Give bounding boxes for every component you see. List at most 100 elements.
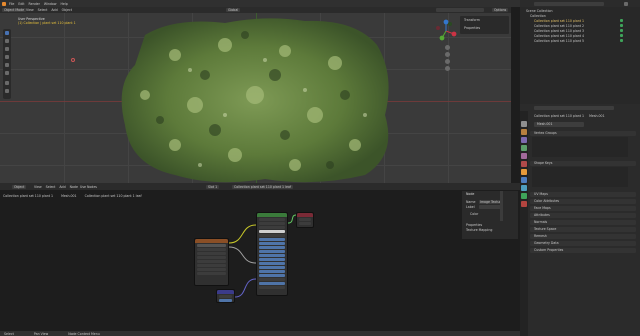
- outliner-search-input[interactable]: [534, 1, 604, 6]
- shading-buttons[interactable]: [436, 8, 484, 12]
- blender-logo-icon: [2, 1, 6, 6]
- node-sidebar-tabs[interactable]: [500, 191, 503, 221]
- outliner-item[interactable]: Collection plant set 110 plant 5: [534, 39, 584, 43]
- outliner-item[interactable]: Collection: [530, 14, 546, 18]
- world-tab-icon[interactable]: [521, 161, 527, 167]
- shader-editor[interactable]: Object View Select Add Node Use Nodes Sl…: [0, 183, 520, 336]
- render-tab-icon[interactable]: [521, 129, 527, 135]
- breadcrumb-object: Collection plant set 110 plant 1: [534, 114, 585, 118]
- object-tab-icon[interactable]: [521, 169, 527, 175]
- mode-dropdown[interactable]: Object Mode: [2, 8, 27, 12]
- outliner-item[interactable]: Collection plant set 110 plant 4: [534, 34, 584, 38]
- outliner-item[interactable]: Collection plant set 110 plant 3: [534, 29, 584, 33]
- menu-help[interactable]: Help: [60, 2, 67, 6]
- viewport-header: Object Mode View Select Add Object Globa…: [0, 7, 511, 13]
- sidebar-panel: Transform Properties: [460, 16, 509, 34]
- view-layer-tab-icon[interactable]: [521, 145, 527, 151]
- normals-panel[interactable]: Normals: [530, 220, 636, 225]
- normal-map-node[interactable]: [216, 289, 235, 303]
- remesh-panel[interactable]: Remesh: [530, 234, 636, 239]
- label-label: Label: [466, 205, 475, 209]
- properties-editor: Collection plant set 110 plant 1 Mesh.00…: [520, 104, 640, 336]
- node-sidebar: Node Name Image Texture Label Color Prop…: [462, 191, 518, 239]
- status-node-context-menu: Node Context Menu: [68, 331, 100, 336]
- face-maps-panel[interactable]: Face Maps: [530, 206, 636, 211]
- data-tab-icon[interactable]: [521, 193, 527, 199]
- menu-edit[interactable]: Edit: [18, 2, 24, 6]
- move-tool-icon[interactable]: [5, 47, 9, 51]
- filter-icon[interactable]: [624, 1, 628, 6]
- custom-properties-panel[interactable]: Custom Properties: [530, 248, 636, 253]
- outliner-header: [520, 0, 640, 7]
- viewport-menu-object[interactable]: Object: [62, 8, 72, 12]
- 3d-viewport[interactable]: Object Mode View Select Add Object Globa…: [0, 7, 511, 183]
- 3d-cursor-icon: [71, 58, 75, 62]
- principled-bsdf-node[interactable]: [256, 212, 288, 296]
- eye-icon[interactable]: [620, 19, 623, 22]
- properties-breadcrumb: Collection plant set 110 plant 1 Mesh.00…: [534, 114, 605, 118]
- properties-tabs: [520, 111, 528, 336]
- options-dropdown[interactable]: Options: [492, 8, 509, 12]
- eye-icon[interactable]: [620, 29, 623, 32]
- visibility-toggles[interactable]: [620, 14, 636, 44]
- properties-search-input[interactable]: [534, 105, 614, 110]
- eye-icon[interactable]: [620, 34, 623, 37]
- viewport-menu-add[interactable]: Add: [51, 8, 57, 12]
- vertex-groups-panel[interactable]: Vertex Groups: [530, 131, 636, 136]
- menu-render[interactable]: Render: [29, 2, 40, 6]
- uv-maps-panel[interactable]: UV Maps: [530, 192, 636, 197]
- cursor-tool-icon[interactable]: [5, 39, 9, 43]
- transform-orientation-dropdown[interactable]: Global: [226, 8, 241, 12]
- outliner-item[interactable]: Collection plant set 110 plant 2: [534, 24, 584, 28]
- image-texture-node[interactable]: [194, 238, 229, 286]
- annotate-tool-icon[interactable]: [5, 81, 9, 85]
- material-tab-icon[interactable]: [521, 201, 527, 207]
- viewport-menu-view[interactable]: View: [26, 8, 34, 12]
- blender-window: File Edit Render Window Help Object Mode…: [0, 0, 640, 336]
- mesh-name-field[interactable]: Mesh.001: [534, 122, 584, 127]
- tool-tab-icon[interactable]: [521, 121, 527, 127]
- physics-tab-icon[interactable]: [521, 185, 527, 191]
- rotate-tool-icon[interactable]: [5, 55, 9, 59]
- name-label: Name: [466, 200, 476, 204]
- color-attributes-panel[interactable]: Color Attributes: [530, 199, 636, 204]
- scene-tab-icon[interactable]: [521, 153, 527, 159]
- output-tab-icon[interactable]: [521, 137, 527, 143]
- geometry-data-panel[interactable]: Geometry Data: [530, 241, 636, 246]
- texture-mapping-section[interactable]: Texture Mapping: [466, 228, 492, 232]
- shape-keys-list[interactable]: [532, 167, 628, 187]
- breadcrumb-mesh: Mesh.001: [589, 114, 605, 118]
- collection-info-label: (1) Collection | plant set 110 plant 1: [18, 21, 76, 25]
- tool-shelf: [3, 29, 11, 99]
- zoom-icon[interactable]: [445, 45, 450, 50]
- perspective-toggle-icon[interactable]: [445, 66, 450, 71]
- outliner-item[interactable]: Collection plant set 110 plant 1: [534, 19, 584, 23]
- texture-space-panel[interactable]: Texture Space: [530, 227, 636, 232]
- attributes-panel[interactable]: Attributes: [530, 213, 636, 218]
- scale-tool-icon[interactable]: [5, 63, 9, 67]
- transform-tool-icon[interactable]: [5, 71, 9, 75]
- sidebar-transform-panel[interactable]: Transform: [464, 18, 480, 22]
- top-bar: File Edit Render Window Help: [0, 0, 520, 7]
- node-panel-header: Node: [466, 192, 475, 196]
- status-bar: Select Pan View Node Context Menu: [0, 331, 520, 336]
- eye-icon[interactable]: [620, 39, 623, 42]
- menu-window[interactable]: Window: [44, 2, 57, 6]
- plant-mesh[interactable]: [115, 15, 400, 183]
- navigation-gizmo[interactable]: [433, 18, 459, 44]
- menu-file[interactable]: File: [9, 2, 14, 6]
- vertex-groups-list[interactable]: [532, 137, 628, 157]
- properties-header: [520, 104, 640, 111]
- status-select: Select: [4, 331, 14, 336]
- material-output-node[interactable]: [296, 212, 314, 228]
- modifier-tab-icon[interactable]: [521, 177, 527, 183]
- eye-icon[interactable]: [620, 24, 623, 27]
- shape-keys-panel[interactable]: Shape Keys: [530, 161, 636, 166]
- pan-icon[interactable]: [445, 52, 450, 57]
- properties-section[interactable]: Properties: [466, 223, 482, 227]
- viewport-menu-select[interactable]: Select: [38, 8, 48, 12]
- measure-tool-icon[interactable]: [5, 89, 9, 93]
- camera-view-icon[interactable]: [445, 59, 450, 64]
- sidebar-properties-panel[interactable]: Properties: [464, 26, 480, 30]
- select-box-tool-icon[interactable]: [5, 31, 9, 35]
